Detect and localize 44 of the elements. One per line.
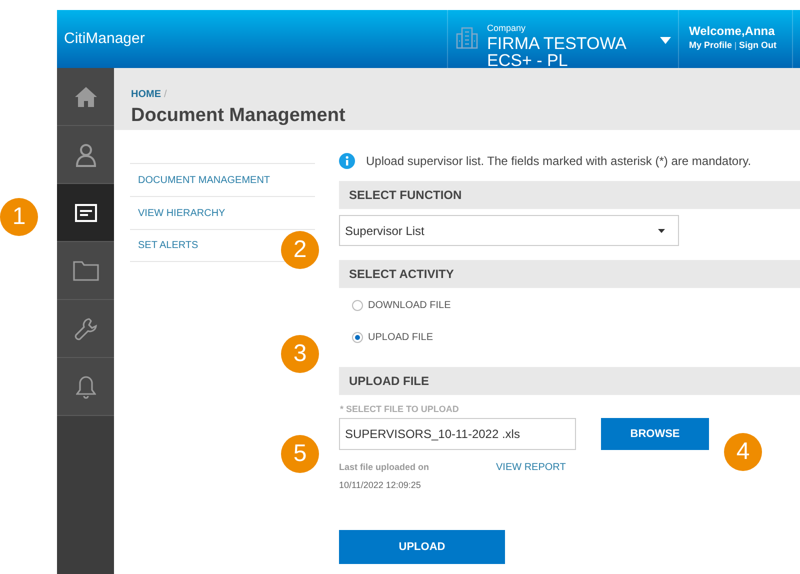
callout-badge: 4 [724,433,762,471]
last-upload-label: Last file uploaded on [339,461,430,474]
page-title: Document Management [131,105,346,127]
file-input-field[interactable]: SUPERVISORS_10-11-2022 .xls [339,418,576,450]
bell-icon [76,374,96,398]
section-heading: SELECT FUNCTION [339,181,800,209]
info-icon [339,153,355,169]
dropdown-caret-icon [658,228,665,232]
section-heading: SELECT ACTIVITY [339,260,800,288]
function-dropdown[interactable]: Supervisor List [339,215,679,246]
header-link[interactable]: My Profile [689,39,732,52]
subnav-item[interactable]: DOCUMENT MANAGEMENT [138,174,270,186]
browse-button[interactable]: BROWSE [601,418,709,450]
company-name: FIRMA TESTOWA ECS+ - PL [487,35,628,68]
field-label: * SELECT FILE TO UPLOAD [339,404,460,415]
subnav-item[interactable]: SET ALERTS [138,239,198,252]
radio-button[interactable] [352,300,363,310]
wrench-icon [74,316,98,340]
callout-badge: 5 [281,435,319,473]
document-icon [74,204,96,222]
radio-button[interactable] [352,332,363,342]
info-message: Upload supervisor list. The fields marked with asterisk (*) are mandatory. [366,153,752,170]
folder-icon [72,260,98,280]
breadcrumb-link[interactable]: HOME [131,89,161,101]
view-report-link[interactable]: VIEW REPORT [496,461,566,474]
sidebar-item[interactable] [57,184,114,242]
brand-logo[interactable]: CitiManager [57,10,447,68]
user-icon [74,142,96,166]
breadcrumb-separator: / [164,89,167,101]
section-heading: UPLOAD FILE [339,367,800,395]
building-icon [456,27,478,49]
callout-badge: 3 [281,335,319,373]
callout-badge: 1 [0,198,38,236]
home-icon [74,86,98,108]
welcome-text: Welcome,Anna [689,25,776,38]
radio-label: DOWNLOAD FILE [368,298,451,312]
dropdown-caret-icon [660,37,671,44]
radio-label: UPLOAD FILE [368,330,434,344]
upload-button[interactable]: UPLOAD [339,530,505,564]
callout-badge: 2 [281,231,319,269]
company-label: Company [487,23,527,34]
subnav-item[interactable]: VIEW HIERARCHY [138,206,226,220]
header-link[interactable]: Sign Out [739,39,777,52]
last-upload-time: 10/11/2022 12:09:25 [339,479,422,492]
